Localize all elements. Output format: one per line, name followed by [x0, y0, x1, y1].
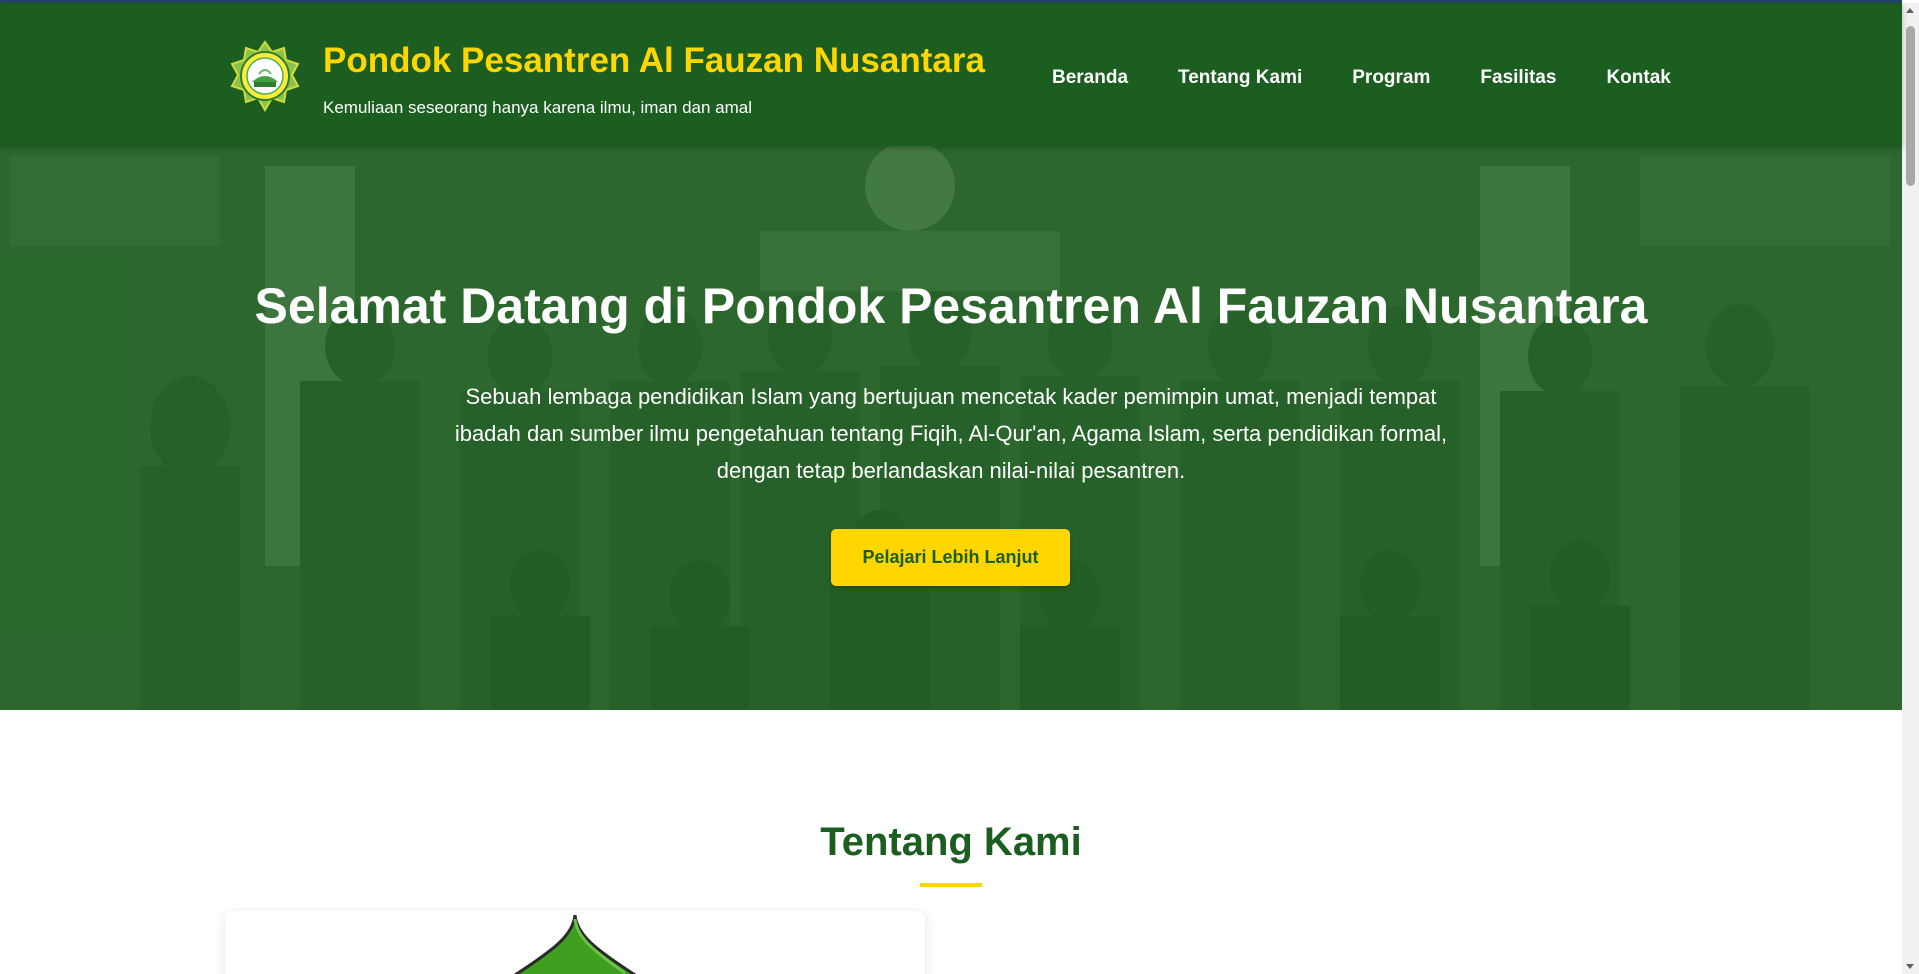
dome-ornament-icon — [513, 915, 637, 974]
page: Pondok Pesantren Al Fauzan Nusantara Kem… — [0, 0, 1919, 974]
about-section-title: Tentang Kami — [820, 820, 1082, 864]
scroll-up-icon[interactable] — [1906, 8, 1914, 13]
site-tagline: Kemuliaan seseorang hanya karena ilmu, i… — [323, 98, 753, 117]
scroll-down-icon[interactable] — [1906, 964, 1914, 969]
learn-more-button[interactable]: Pelajari Lebih Lanjut — [831, 529, 1070, 586]
hero-description: Sebuah lembaga pendidikan Islam yang ber… — [454, 384, 1448, 483]
nav-item-program[interactable]: Program — [1352, 66, 1430, 90]
site-header: Pondok Pesantren Al Fauzan Nusantara Kem… — [0, 3, 1902, 146]
nav-item-kontak[interactable]: Kontak — [1606, 66, 1670, 90]
page-scrollbar[interactable] — [1902, 3, 1919, 974]
main-nav: Beranda Tentang Kami Program Fasilitas K… — [1052, 66, 1671, 90]
hero-section: Selamat Datang di Pondok Pesantren Al Fa… — [0, 146, 1902, 710]
site-title[interactable]: Pondok Pesantren Al Fauzan Nusantara — [323, 39, 985, 83]
about-image-card — [225, 911, 925, 974]
nav-item-beranda[interactable]: Beranda — [1052, 66, 1128, 90]
nav-item-tentang-kami[interactable]: Tentang Kami — [1178, 66, 1302, 90]
pesantren-logo-icon[interactable] — [228, 40, 302, 114]
hero-title: Selamat Datang di Pondok Pesantren Al Fa… — [254, 278, 1648, 334]
scrollbar-thumb[interactable] — [1906, 26, 1915, 186]
title-underline — [920, 883, 982, 887]
nav-item-fasilitas[interactable]: Fasilitas — [1480, 66, 1556, 90]
